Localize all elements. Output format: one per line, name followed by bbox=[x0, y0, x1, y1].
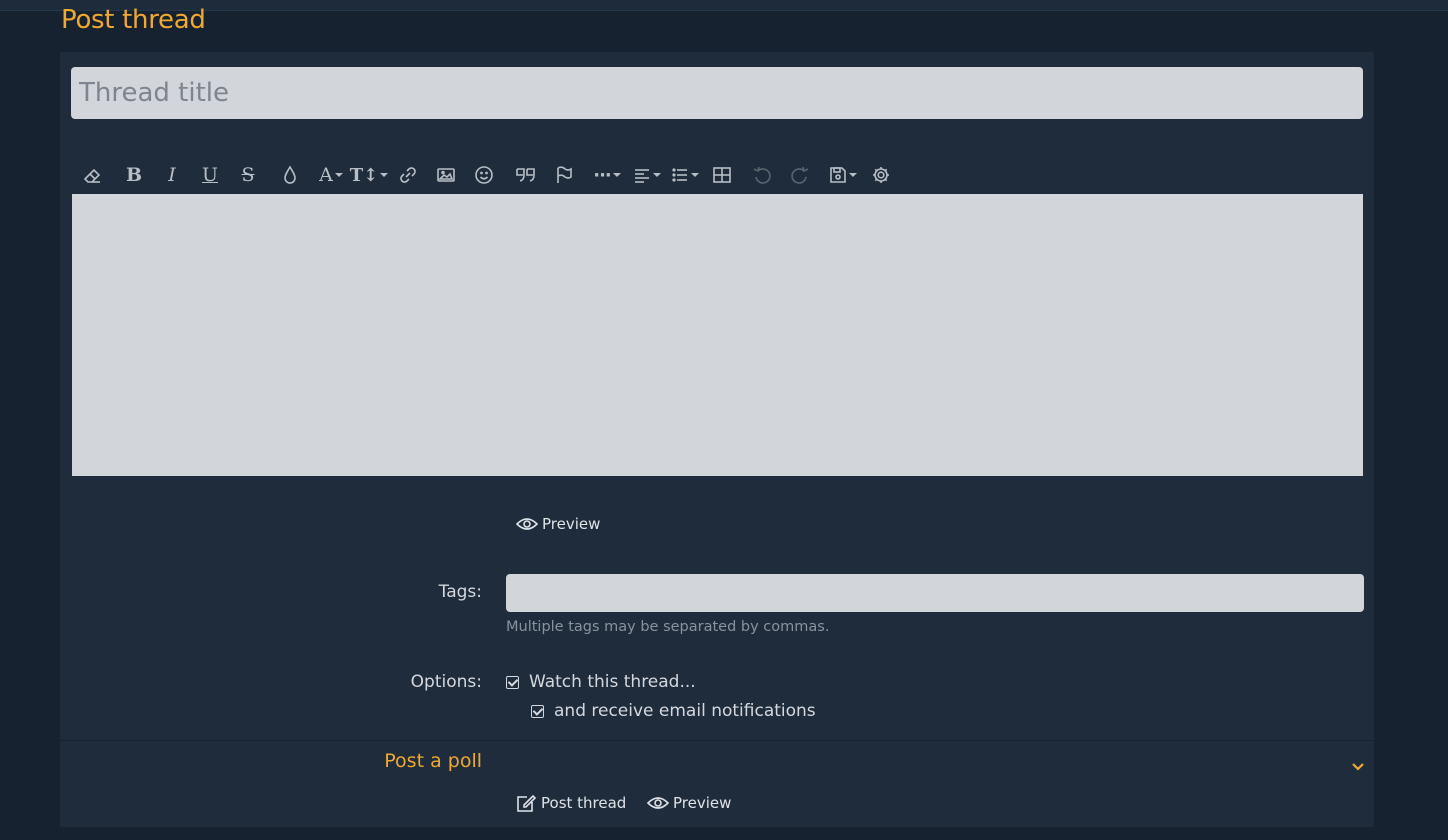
bold-icon: B bbox=[125, 164, 143, 186]
font-family-button[interactable]: A bbox=[314, 160, 348, 190]
table-icon bbox=[713, 167, 731, 183]
checkbox-checked-icon bbox=[531, 704, 544, 718]
undo-button[interactable] bbox=[748, 160, 776, 190]
underline-icon: U bbox=[201, 164, 218, 186]
redo-button[interactable] bbox=[786, 160, 814, 190]
tags-input[interactable] bbox=[506, 574, 1364, 612]
edit-icon bbox=[517, 794, 537, 812]
chevron-down-icon[interactable] bbox=[1351, 757, 1365, 776]
redo-icon bbox=[791, 166, 809, 184]
floppy-disk-icon bbox=[830, 167, 846, 183]
insert-image-button[interactable] bbox=[432, 160, 460, 190]
flag-icon bbox=[557, 166, 572, 183]
options-label: Options: bbox=[410, 672, 482, 692]
droplet-icon bbox=[284, 165, 296, 184]
watch-thread-label: Watch this thread... bbox=[529, 672, 696, 692]
watch-thread-checkbox[interactable]: Watch this thread... bbox=[506, 672, 696, 692]
chevron-down-icon bbox=[691, 173, 699, 177]
quote-icon bbox=[516, 168, 535, 182]
remove-formatting-button[interactable] bbox=[80, 160, 106, 190]
post-a-poll-toggle[interactable]: Post a poll bbox=[384, 750, 482, 772]
more-options-button[interactable]: ··· bbox=[590, 160, 624, 190]
chevron-down-icon bbox=[380, 173, 389, 177]
link-icon bbox=[400, 167, 416, 183]
editor-toolbar: B I U S A T↕ ··· bbox=[72, 160, 972, 190]
toggle-bbcode-button[interactable] bbox=[868, 160, 894, 190]
chevron-down-icon bbox=[612, 173, 621, 177]
eye-icon bbox=[647, 797, 669, 809]
preview-button-label: Preview bbox=[673, 794, 732, 812]
message-editor[interactable] bbox=[72, 194, 1363, 476]
strikethrough-button[interactable]: S bbox=[234, 160, 262, 190]
email-notifications-checkbox[interactable]: and receive email notifications bbox=[531, 701, 816, 721]
smiley-icon bbox=[475, 166, 493, 184]
list-icon bbox=[672, 168, 687, 182]
insert-smilie-button[interactable] bbox=[470, 160, 498, 190]
text-color-button[interactable] bbox=[276, 160, 304, 190]
insert-table-button[interactable] bbox=[708, 160, 736, 190]
email-notifications-label: and receive email notifications bbox=[554, 701, 816, 721]
font-size-button[interactable]: T↕ bbox=[349, 160, 389, 190]
bold-button[interactable]: B bbox=[120, 160, 148, 190]
insert-link-button[interactable] bbox=[394, 160, 422, 190]
ellipsis-icon: ··· bbox=[593, 164, 611, 186]
checkbox-checked-icon bbox=[506, 675, 519, 689]
page-title: Post thread bbox=[61, 5, 206, 35]
lists-button[interactable] bbox=[668, 160, 702, 190]
section-divider bbox=[60, 740, 1374, 741]
post-thread-form: B I U S A T↕ bbox=[60, 52, 1374, 827]
italic-icon: I bbox=[168, 164, 176, 186]
quote-button[interactable] bbox=[512, 160, 540, 190]
chevron-down-icon bbox=[653, 173, 661, 177]
preview-link[interactable]: Preview bbox=[516, 515, 600, 533]
undo-icon bbox=[753, 166, 771, 184]
tags-label: Tags: bbox=[438, 582, 482, 602]
eraser-icon bbox=[83, 168, 101, 183]
font-family-icon: A bbox=[319, 164, 333, 186]
eye-icon bbox=[516, 518, 538, 530]
top-navigation-bar bbox=[0, 0, 1448, 11]
gear-icon bbox=[873, 167, 889, 183]
chevron-down-icon bbox=[334, 173, 343, 177]
strikethrough-icon: S bbox=[241, 164, 255, 186]
image-icon bbox=[437, 168, 455, 182]
underline-button[interactable]: U bbox=[196, 160, 224, 190]
preview-button[interactable]: Preview bbox=[647, 794, 731, 812]
post-thread-button[interactable]: Post thread bbox=[515, 794, 626, 812]
font-size-icon: T↕ bbox=[349, 164, 379, 186]
align-left-icon bbox=[635, 169, 649, 183]
chevron-down-icon bbox=[849, 173, 857, 177]
alignment-button[interactable] bbox=[630, 160, 664, 190]
tags-hint: Multiple tags may be separated by commas… bbox=[506, 619, 830, 635]
italic-button[interactable]: I bbox=[158, 160, 186, 190]
thread-title-input[interactable] bbox=[71, 67, 1363, 119]
drafts-button[interactable] bbox=[826, 160, 860, 190]
spoiler-button[interactable] bbox=[550, 160, 578, 190]
preview-link-label: Preview bbox=[542, 515, 601, 533]
post-thread-button-label: Post thread bbox=[541, 794, 627, 812]
